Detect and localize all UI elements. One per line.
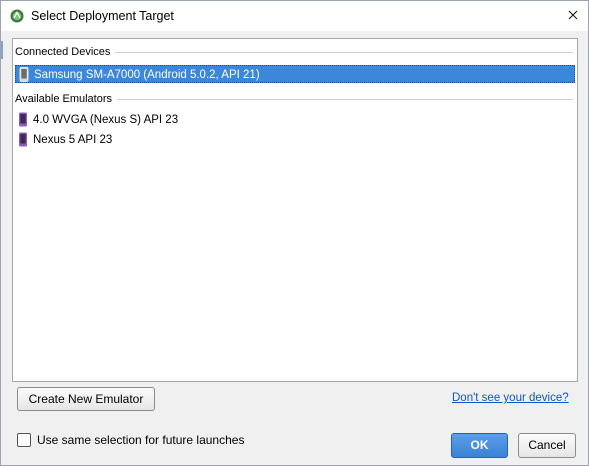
window-edge-fragment: [1, 41, 3, 59]
future-launches-checkbox[interactable]: [17, 433, 31, 447]
device-row-nexus-5[interactable]: Nexus 5 API 23: [15, 131, 575, 149]
device-label: Samsung SM-A7000 (Android 5.0.2, API 21): [34, 69, 260, 81]
device-row-wvga-nexus-s[interactable]: 4.0 WVGA (Nexus S) API 23: [15, 111, 575, 129]
title-bar: Select Deployment Target: [1, 1, 588, 31]
close-icon[interactable]: [562, 6, 584, 26]
device-label: 4.0 WVGA (Nexus S) API 23: [33, 114, 179, 126]
select-deployment-target-dialog: Select Deployment Target Connected Devic…: [0, 0, 589, 466]
dont-see-device-link[interactable]: Don't see your device?: [452, 391, 569, 405]
device-row-samsung-sm-a7000[interactable]: Samsung SM-A7000 (Android 5.0.2, API 21): [15, 65, 575, 83]
ok-button[interactable]: OK: [451, 433, 508, 458]
create-new-emulator-button[interactable]: Create New Emulator: [17, 387, 155, 411]
connected-devices-header: Connected Devices: [13, 44, 577, 60]
android-studio-icon: [10, 9, 24, 23]
device-label: Nexus 5 API 23: [33, 134, 113, 146]
emulator-phone-icon: [19, 112, 27, 127]
device-list[interactable]: Connected Devices Samsung SM-A7000 (Andr…: [12, 38, 578, 382]
cancel-button[interactable]: Cancel: [518, 433, 576, 458]
future-launches-label[interactable]: Use same selection for future launches: [37, 433, 244, 448]
emulator-phone-icon: [19, 132, 27, 147]
window-title: Select Deployment Target: [31, 9, 174, 23]
connected-devices-title: Connected Devices: [15, 45, 116, 59]
available-emulators-header: Available Emulators: [13, 91, 577, 107]
phone-icon: [19, 67, 29, 82]
available-emulators-title: Available Emulators: [15, 92, 118, 106]
